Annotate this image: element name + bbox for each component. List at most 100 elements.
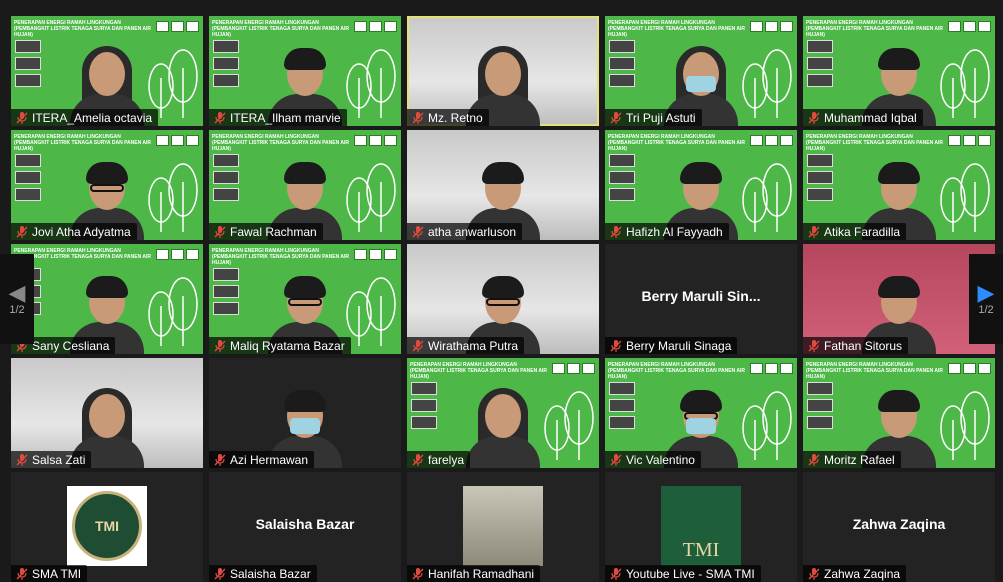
participant-tile[interactable]: PENERAPAN ENERGI RAMAH LINGKUNGAN (PEMBA… — [209, 244, 401, 354]
mic-muted-icon — [609, 339, 623, 353]
mic-muted-icon — [15, 453, 29, 467]
participant-tile[interactable]: PENERAPAN ENERGI RAMAH LINGKUNGAN (PEMBA… — [11, 130, 203, 240]
mic-muted-icon — [213, 225, 227, 239]
page-indicator-right: 1/2 — [978, 304, 994, 316]
participant-name-label: ITERA_Ilham marvie — [209, 109, 347, 126]
participant-tile[interactable]: PENERAPAN ENERGI RAMAH LINGKUNGAN (PEMBA… — [11, 244, 203, 354]
participant-tile[interactable]: PENERAPAN ENERGI RAMAH LINGKUNGAN (PEMBA… — [407, 358, 599, 468]
tmi-logo-avatar: TMI — [661, 486, 741, 566]
participant-name-label: Muhammad Iqbal — [803, 109, 923, 126]
participant-name: Hafizh Al Fayyadh — [626, 224, 723, 239]
presentation-banner-text: PENERAPAN ENERGI RAMAH LINGKUNGAN (PEMBA… — [14, 248, 152, 266]
participant-name: Jovi Atha Adyatma — [32, 224, 131, 239]
presentation-banner-text: PENERAPAN ENERGI RAMAH LINGKUNGAN (PEMBA… — [806, 20, 944, 38]
slide-thumbnails — [807, 154, 833, 205]
participant-tile[interactable]: Salaisha Bazar Salaisha Bazar — [209, 472, 401, 582]
sponsor-logos — [354, 249, 397, 260]
participant-name: Salaisha Bazar — [230, 566, 311, 581]
participant-name: Youtube Live - SMA TMI — [626, 566, 755, 581]
participant-tile[interactable]: PENERAPAN ENERGI RAMAH LINGKUNGAN (PEMBA… — [605, 358, 797, 468]
participant-name: SMA TMI — [32, 566, 82, 581]
participant-tile[interactable]: Wirathama Putra — [407, 244, 599, 354]
presentation-banner-text: PENERAPAN ENERGI RAMAH LINGKUNGAN (PEMBA… — [806, 362, 944, 380]
participant-name-label: SMA TMI — [11, 565, 88, 582]
sponsor-logos — [156, 135, 199, 146]
chevron-right-icon: ▶ — [977, 280, 995, 305]
participant-name-label: Salsa Zati — [11, 451, 92, 468]
participant-display-name: Salaisha Bazar — [255, 516, 355, 532]
participant-tile[interactable]: Salsa Zati — [11, 358, 203, 468]
participant-name-label: Hafizh Al Fayyadh — [605, 223, 729, 240]
mic-muted-icon — [609, 111, 623, 125]
participant-tile[interactable]: Berry Maruli Sin... Berry Maruli Sinaga — [605, 244, 797, 354]
previous-page-button[interactable]: ◀ 1/2 — [0, 254, 34, 344]
participant-tile[interactable]: PENERAPAN ENERGI RAMAH LINGKUNGAN (PEMBA… — [605, 130, 797, 240]
presentation-banner-text: PENERAPAN ENERGI RAMAH LINGKUNGAN (PEMBA… — [608, 134, 746, 152]
mic-muted-icon — [411, 567, 425, 581]
participant-name-label: Berry Maruli Sinaga — [605, 337, 738, 354]
participant-name-label: Fawal Rachman — [209, 223, 323, 240]
slide-thumbnails — [807, 382, 833, 433]
participant-name-label: Tri Puji Astuti — [605, 109, 702, 126]
participant-tile[interactable]: Fathan Sitorus — [803, 244, 995, 354]
participant-tile[interactable]: PENERAPAN ENERGI RAMAH LINGKUNGAN (PEMBA… — [209, 130, 401, 240]
presentation-banner-text: PENERAPAN ENERGI RAMAH LINGKUNGAN (PEMBA… — [608, 20, 746, 38]
participant-name: ITERA_Amelia octavia — [32, 110, 153, 125]
slide-thumbnails — [609, 40, 635, 91]
slide-thumbnails — [213, 268, 239, 319]
participant-name-label: atha anwarluson — [407, 223, 523, 240]
participant-tile[interactable]: PENERAPAN ENERGI RAMAH LINGKUNGAN (PEMBA… — [803, 358, 995, 468]
participant-name-label: Azi Hermawan — [209, 451, 315, 468]
page-indicator-left: 1/2 — [9, 304, 25, 316]
participant-tile[interactable]: PENERAPAN ENERGI RAMAH LINGKUNGAN (PEMBA… — [803, 16, 995, 126]
mic-muted-icon — [15, 225, 29, 239]
sponsor-logos — [750, 21, 793, 32]
mic-muted-icon — [15, 111, 29, 125]
participant-tile[interactable]: TMI Youtube Live - SMA TMI — [605, 472, 797, 582]
participant-tile[interactable]: atha anwarluson — [407, 130, 599, 240]
participant-name: Hanifah Ramadhani — [428, 566, 535, 581]
participant-tile[interactable]: Hanifah Ramadhani — [407, 472, 599, 582]
participant-name: Mz. Retno — [428, 110, 483, 125]
participant-name-label: farelya — [407, 451, 471, 468]
participant-name: Atika Faradilla — [824, 224, 901, 239]
participant-tile[interactable]: PENERAPAN ENERGI RAMAH LINGKUNGAN (PEMBA… — [11, 16, 203, 126]
tree-illustration — [939, 162, 991, 232]
participant-name: Muhammad Iqbal — [824, 110, 917, 125]
participant-tile[interactable]: PENERAPAN ENERGI RAMAH LINGKUNGAN (PEMBA… — [605, 16, 797, 126]
school-logo-avatar: TMI — [67, 486, 147, 566]
participant-name-label: Salaisha Bazar — [209, 565, 317, 582]
participant-name-label: Mz. Retno — [407, 109, 489, 126]
participant-name: Maliq Ryatama Bazar — [230, 338, 345, 353]
participant-tile[interactable]: Azi Hermawan — [209, 358, 401, 468]
participant-tile[interactable]: Zahwa Zaqina Zahwa Zaqina — [803, 472, 995, 582]
slide-thumbnails — [411, 382, 437, 433]
participant-tile[interactable]: Mz. Retno — [407, 16, 599, 126]
participant-name: Fathan Sitorus — [824, 338, 903, 353]
next-page-button[interactable]: ▶ 1/2 — [969, 254, 1003, 344]
participant-tile[interactable]: PENERAPAN ENERGI RAMAH LINGKUNGAN (PEMBA… — [209, 16, 401, 126]
presentation-banner-text: PENERAPAN ENERGI RAMAH LINGKUNGAN (PEMBA… — [212, 20, 350, 38]
sponsor-logos — [750, 363, 793, 374]
video-grid: PENERAPAN ENERGI RAMAH LINGKUNGAN (PEMBA… — [11, 16, 995, 582]
profile-photo-avatar — [463, 486, 543, 566]
participant-display-name: Zahwa Zaqina — [852, 516, 946, 532]
participant-name-label: Moritz Rafael — [803, 451, 901, 468]
participant-tile[interactable]: TMI SMA TMI — [11, 472, 203, 582]
mic-muted-icon — [411, 339, 425, 353]
slide-thumbnails — [213, 40, 239, 91]
participant-name-label: Jovi Atha Adyatma — [11, 223, 137, 240]
participant-name: Moritz Rafael — [824, 452, 895, 467]
participant-name-label: Vic Valentino — [605, 451, 701, 468]
tree-illustration — [345, 48, 397, 118]
mic-muted-icon — [411, 453, 425, 467]
sponsor-logos — [948, 21, 991, 32]
mic-muted-icon — [213, 453, 227, 467]
slide-thumbnails — [609, 382, 635, 433]
tree-illustration — [741, 390, 793, 460]
tree-illustration — [939, 390, 991, 460]
participant-tile[interactable]: PENERAPAN ENERGI RAMAH LINGKUNGAN (PEMBA… — [803, 130, 995, 240]
tree-illustration — [147, 162, 199, 232]
crest-logo: TMI — [72, 491, 142, 561]
participant-display-name: Berry Maruli Sin... — [641, 288, 761, 304]
